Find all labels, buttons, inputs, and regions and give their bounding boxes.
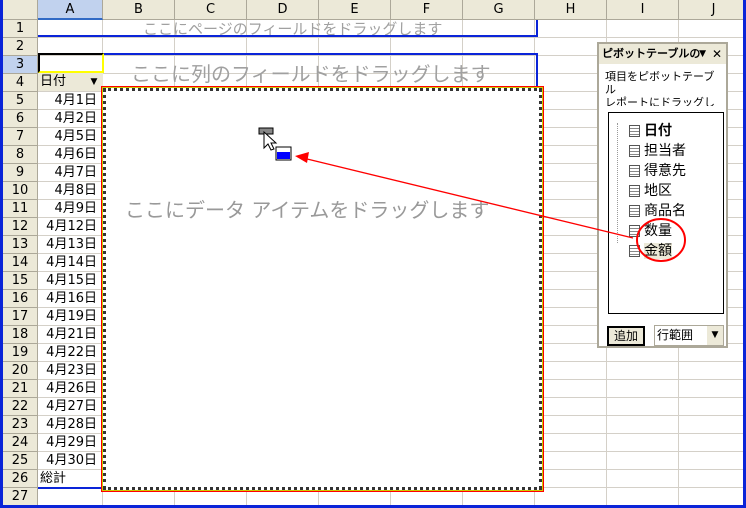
annotation-circle <box>636 218 686 262</box>
gridline <box>38 505 743 506</box>
drag-cursor-icon <box>258 127 292 161</box>
annotation-arrow <box>302 157 634 239</box>
annotation-overlay <box>258 127 686 262</box>
arrowhead-icon <box>295 152 309 163</box>
excel-window: ABCDEFGHIJ 1 2 3 4 5 6 7 8 9 10 11 12 13 14 15 16 17 18 19… <box>0 0 746 508</box>
